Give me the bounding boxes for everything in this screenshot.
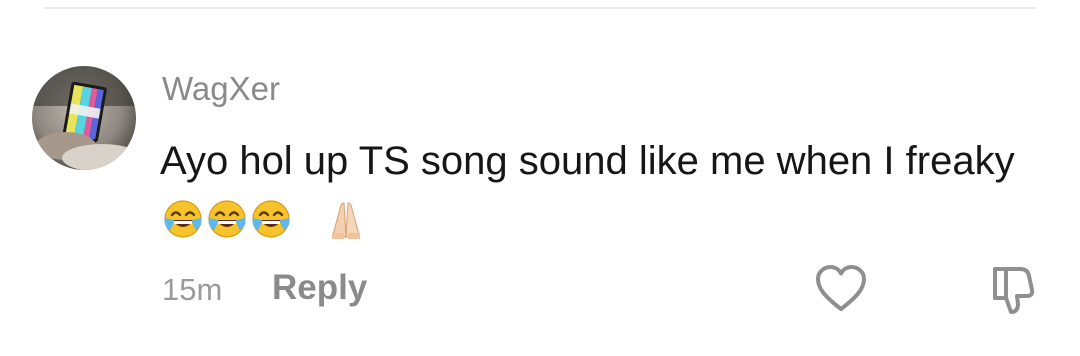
tears-of-joy-emoji-icon <box>250 198 292 240</box>
avatar[interactable] <box>32 66 136 170</box>
top-divider <box>44 7 1036 9</box>
tears-of-joy-emoji-icon <box>162 198 204 240</box>
heart-outline-icon[interactable] <box>814 264 868 314</box>
comment-timestamp: 15m <box>162 272 223 307</box>
reply-button[interactable]: Reply <box>272 268 367 308</box>
avatar-image <box>32 66 136 170</box>
thumbs-down-outline-icon[interactable] <box>984 262 1038 316</box>
comment-body: Ayo hol up TS song sound like me when I … <box>160 133 1040 245</box>
comment-text: Ayo hol up TS song sound like me when I … <box>160 139 1015 183</box>
folded-hands-emoji-icon <box>322 195 370 243</box>
comment-username[interactable]: WagXer <box>162 70 280 108</box>
tears-of-joy-emoji-icon <box>206 198 248 240</box>
